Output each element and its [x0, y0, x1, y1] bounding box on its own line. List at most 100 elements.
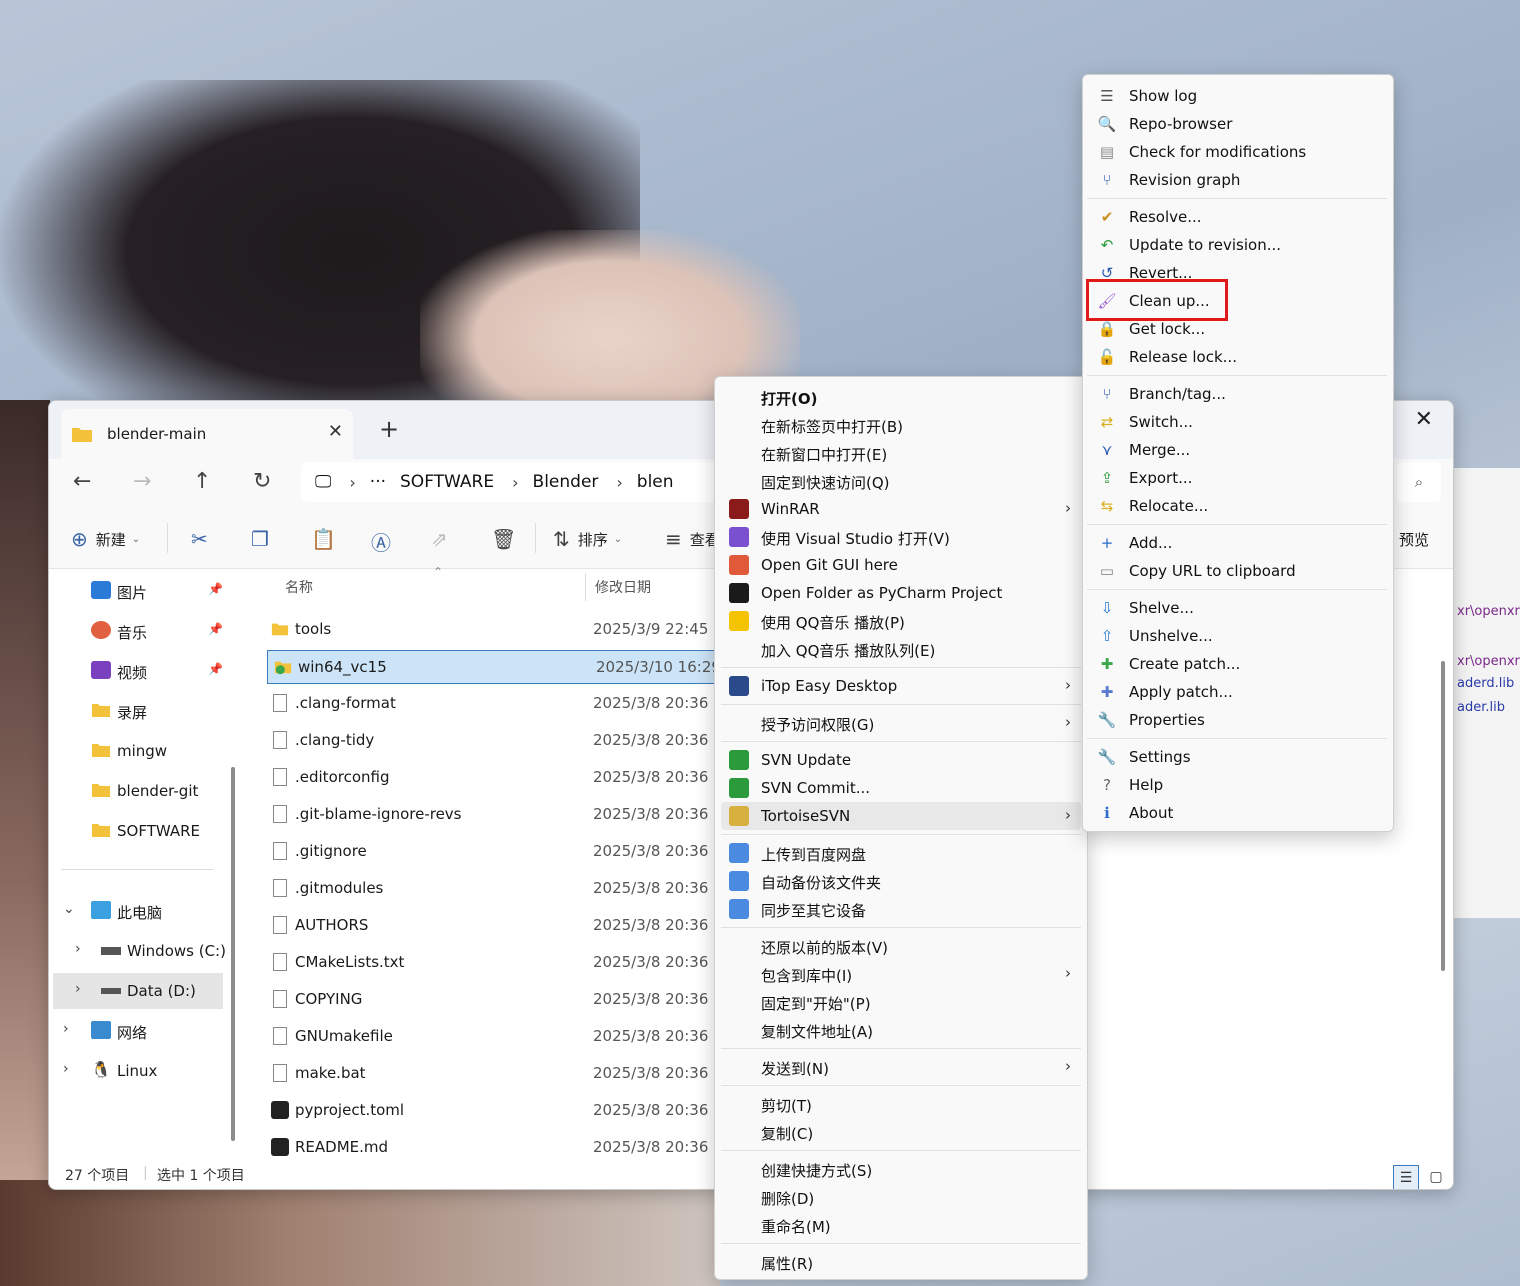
menu-item-svn-commit[interactable]: SVN Commit... [721, 774, 1081, 802]
background-window[interactable]: xr\openxr xr\openxr aderd.lib ader.lib [1452, 468, 1520, 918]
sidebar-item-windows-c[interactable]: › Windows (C:) [49, 933, 226, 969]
table-row[interactable]: .git-blame-ignore-revs 2025/3/8 20:36 [265, 798, 725, 832]
submenu-item-help[interactable]: ? Help [1087, 771, 1387, 799]
sidebar-item-software[interactable]: SOFTWARE [49, 813, 225, 849]
table-row[interactable]: make.bat 2025/3/8 20:36 [265, 1057, 725, 1091]
submenu-item-check-for-modifications[interactable]: ▤ Check for modifications [1087, 138, 1387, 166]
table-row[interactable]: .clang-tidy 2025/3/8 20:36 [265, 724, 725, 758]
sidebar-item-linux[interactable]: › 🐧 Linux [49, 1053, 225, 1089]
pin-icon[interactable]: 📌 [208, 582, 223, 596]
submenu-item-about[interactable]: ℹ About [1087, 799, 1387, 827]
submenu-item-show-log[interactable]: ☰ Show log [1087, 82, 1387, 110]
chevron-right-icon[interactable]: › [75, 981, 81, 997]
submenu-item-create-patch[interactable]: ✚ Create patch... [1087, 650, 1387, 678]
table-row[interactable]: win64_vc15 2025/3/10 16:29 [267, 650, 727, 684]
cut-icon[interactable]: ✂ [191, 527, 208, 551]
sidebar-item-blender-git[interactable]: blender-git [49, 773, 225, 809]
sidebar-item-this-pc[interactable]: ⌄ 此电脑 [49, 893, 225, 929]
menu-item-winrar[interactable]: WinRAR › [721, 495, 1081, 523]
view-button[interactable]: ≡ 查看 [665, 527, 720, 551]
file-list-scrollbar[interactable] [1441, 661, 1445, 971]
sidebar-item-data-d[interactable]: › Data (D:) [53, 973, 223, 1009]
submenu-item-export[interactable]: ⇪ Export... [1087, 464, 1387, 492]
submenu-item-switch[interactable]: ⇄ Switch... [1087, 408, 1387, 436]
sidebar-scrollbar[interactable] [231, 767, 235, 1141]
menu-item-n[interactable]: 发送到(N) › [721, 1053, 1081, 1081]
table-row[interactable]: .clang-format 2025/3/8 20:36 [265, 687, 725, 721]
menu-item-d[interactable]: 删除(D) [721, 1183, 1081, 1211]
submenu-item-add[interactable]: + Add... [1087, 529, 1387, 557]
chevron-right-icon[interactable]: › [75, 941, 81, 957]
menu-item-s[interactable]: 创建快捷方式(S) [721, 1155, 1081, 1183]
submenu-item-update-to-revision[interactable]: ↶ Update to revision... [1087, 231, 1387, 259]
table-row[interactable]: AUTHORS 2025/3/8 20:36 [265, 909, 725, 943]
large-icons-view-icon[interactable]: ▢ [1423, 1165, 1449, 1189]
menu-item-v[interactable]: 还原以前的版本(V) [721, 932, 1081, 960]
preview-button[interactable]: 预览 [1399, 529, 1429, 550]
submenu-item-settings[interactable]: 🔧 Settings [1087, 743, 1387, 771]
menu-item-visual-studio-v[interactable]: 使用 Visual Studio 打开(V) [721, 523, 1081, 551]
table-row[interactable]: COPYING 2025/3/8 20:36 [265, 983, 725, 1017]
tab-blender-main[interactable]: blender-main ✕ [61, 409, 353, 459]
menu-item-e[interactable]: 在新窗口中打开(E) [721, 439, 1081, 467]
submenu-item-release-lock[interactable]: 🔓 Release lock... [1087, 343, 1387, 371]
menu-item-t[interactable]: 剪切(T) [721, 1090, 1081, 1118]
table-row[interactable]: pyproject.toml 2025/3/8 20:36 [265, 1094, 725, 1128]
submenu-item-branch-tag[interactable]: ⑂ Branch/tag... [1087, 380, 1387, 408]
rename-icon[interactable]: Ⓐ [371, 527, 391, 556]
sort-button[interactable]: ⇅ 排序 ⌄ [553, 527, 622, 551]
menu-item-item-4-0[interactable]: 上传到百度网盘 [721, 839, 1081, 867]
search-input[interactable]: ⌕ [1397, 462, 1441, 502]
chevron-down-icon[interactable]: ⌄ [63, 901, 75, 917]
breadcrumb-software[interactable]: SOFTWARE [400, 472, 494, 492]
menu-item-open-folder-as-pycharm-project[interactable]: Open Folder as PyCharm Project [721, 579, 1081, 607]
submenu-item-relocate[interactable]: ⇆ Relocate... [1087, 492, 1387, 520]
menu-item-qq-e[interactable]: 加入 QQ音乐 播放队列(E) [721, 635, 1081, 663]
menu-item-item-4-2[interactable]: 同步至其它设备 [721, 895, 1081, 923]
sidebar-item-music[interactable]: 音乐 📌 [49, 613, 225, 649]
sidebar-item-videos[interactable]: 视频 📌 [49, 653, 225, 689]
submenu-item-shelve[interactable]: ⇩ Shelve... [1087, 594, 1387, 622]
new-tab-button[interactable]: + [379, 415, 399, 443]
close-icon[interactable]: ✕ [328, 421, 343, 442]
menu-item-c[interactable]: 复制(C) [721, 1118, 1081, 1146]
forward-arrow-icon[interactable]: → [133, 469, 151, 494]
window-close-button[interactable]: ✕ [1415, 407, 1433, 432]
chevron-right-icon[interactable]: › [63, 1061, 69, 1077]
column-header-date[interactable]: 修改日期 [595, 577, 651, 597]
submenu-item-copy-url-to-clipboard[interactable]: ▭ Copy URL to clipboard [1087, 557, 1387, 585]
table-row[interactable]: .gitignore 2025/3/8 20:36 [265, 835, 725, 869]
refresh-icon[interactable]: ↻ [253, 469, 271, 494]
menu-item-a[interactable]: 复制文件地址(A) [721, 1016, 1081, 1044]
breadcrumb-blender[interactable]: Blender [533, 472, 599, 492]
menu-item-svn-update[interactable]: SVN Update [721, 746, 1081, 774]
breadcrumb-current[interactable]: blen [637, 472, 674, 492]
submenu-item-apply-patch[interactable]: ✚ Apply patch... [1087, 678, 1387, 706]
sidebar-item-network[interactable]: › 网络 [49, 1013, 225, 1049]
menu-item-m[interactable]: 重命名(M) [721, 1211, 1081, 1239]
share-icon[interactable]: ⇗ [431, 527, 448, 551]
menu-item-qq-p[interactable]: 使用 QQ音乐 播放(P) [721, 607, 1081, 635]
menu-item-o[interactable]: 打开(O) [721, 383, 1081, 411]
menu-item-p[interactable]: 固定到"开始"(P) [721, 988, 1081, 1016]
menu-item-i[interactable]: 包含到库中(I) › [721, 960, 1081, 988]
up-arrow-icon[interactable]: ↑ [193, 469, 211, 494]
table-row[interactable]: .gitmodules 2025/3/8 20:36 [265, 872, 725, 906]
sidebar-item-mingw[interactable]: mingw [49, 733, 225, 769]
menu-item-r[interactable]: 属性(R) [721, 1248, 1081, 1276]
pin-icon[interactable]: 📌 [208, 622, 223, 636]
breadcrumb-overflow[interactable]: ··· [370, 472, 386, 492]
menu-item-open-git-gui-here[interactable]: Open Git GUI here [721, 551, 1081, 579]
table-row[interactable]: tools 2025/3/9 22:45 [265, 613, 725, 647]
column-divider[interactable] [585, 573, 586, 601]
table-row[interactable]: GNUmakefile 2025/3/8 20:36 [265, 1020, 725, 1054]
back-arrow-icon[interactable]: ← [73, 469, 91, 494]
menu-item-itop-easy-desktop[interactable]: iTop Easy Desktop › [721, 672, 1081, 700]
menu-item-b[interactable]: 在新标签页中打开(B) [721, 411, 1081, 439]
paste-icon[interactable]: 📋 [311, 527, 336, 551]
submenu-item-revision-graph[interactable]: ⑂ Revision graph [1087, 166, 1387, 194]
delete-icon[interactable]: 🗑 [491, 527, 516, 551]
table-row[interactable]: CMakeLists.txt 2025/3/8 20:36 [265, 946, 725, 980]
new-button[interactable]: ⊕ 新建 ⌄ [71, 527, 140, 551]
pin-icon[interactable]: 📌 [208, 662, 223, 676]
